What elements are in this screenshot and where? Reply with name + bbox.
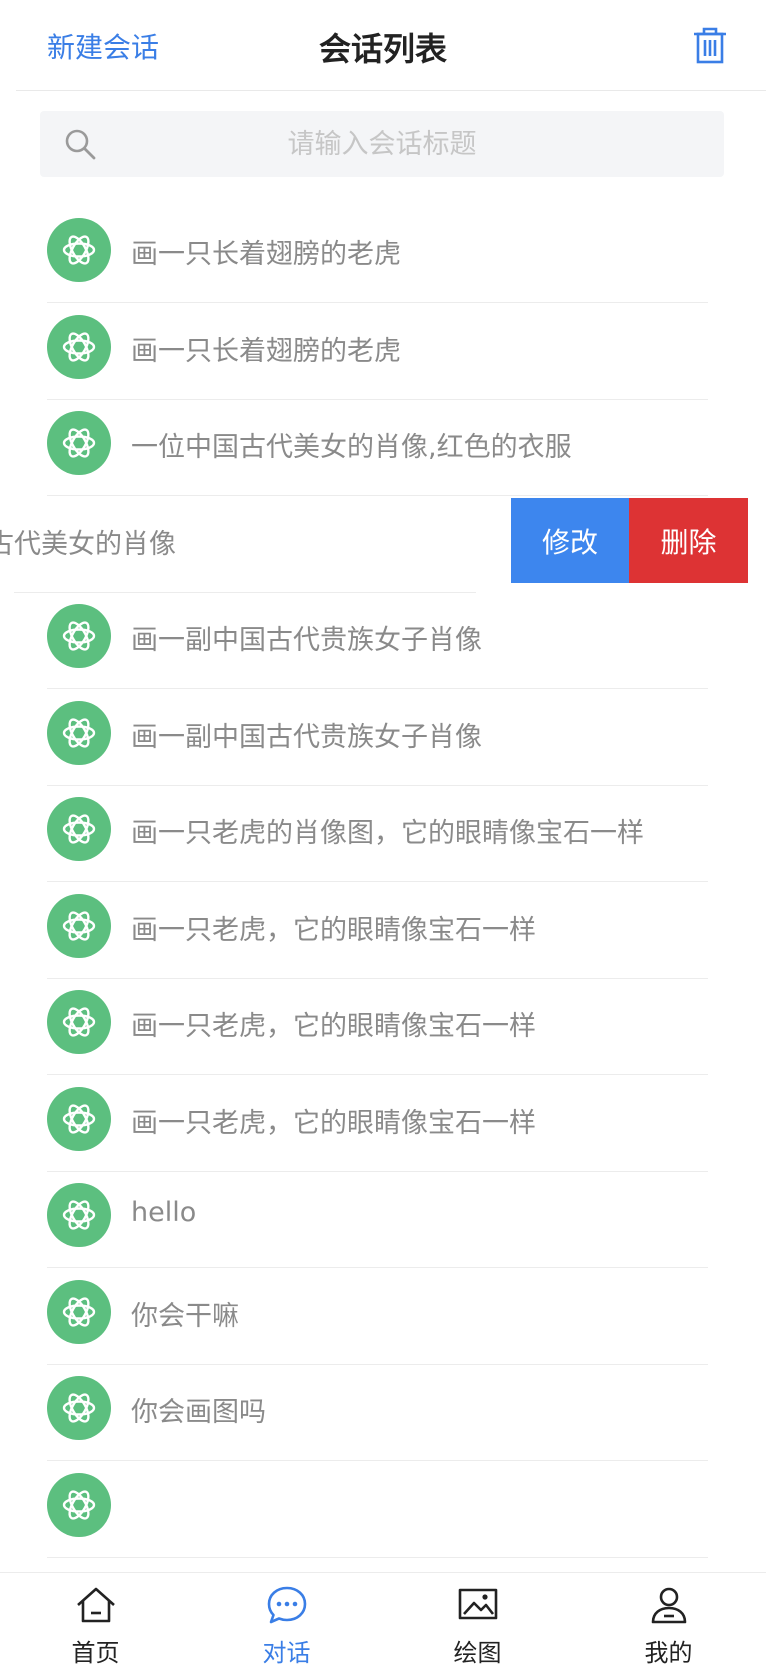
openai-logo-icon xyxy=(62,1007,96,1037)
list-item-title: 画一只老虎的肖像图，它的眼睛像宝石一样 xyxy=(131,818,644,849)
avatar xyxy=(47,990,111,1054)
avatar xyxy=(47,797,111,861)
list-item-title: hello xyxy=(131,1197,197,1228)
tab-home-label: 首页 xyxy=(71,1639,120,1667)
list-item-title: 画一只长着翅膀的老虎 xyxy=(131,239,401,270)
openai-logo-icon xyxy=(62,814,96,844)
openai-logo-icon xyxy=(62,428,96,458)
tab-chat-label: 对话 xyxy=(262,1639,311,1667)
delete-button[interactable]: 删除 xyxy=(629,498,748,583)
home-icon xyxy=(77,1587,115,1623)
avatar xyxy=(47,315,111,379)
openai-logo-icon xyxy=(62,1490,96,1520)
openai-logo-icon xyxy=(62,1104,96,1134)
list-item[interactable]: 画一只老虎，它的眼睛像宝石一样 xyxy=(0,972,766,1075)
list-item-title: 你会画图吗 xyxy=(131,1397,266,1428)
avatar xyxy=(47,1473,111,1537)
list-item-swiped[interactable]: 古代美女的肖像 修改 删除 xyxy=(0,490,766,593)
page-title: 会话列表 xyxy=(318,30,447,68)
list-item-title: 画一只长着翅膀的老虎 xyxy=(131,336,401,367)
openai-logo-icon xyxy=(62,235,96,265)
tab-bar: 首页 对话 绘图 我的 xyxy=(0,1572,766,1674)
avatar xyxy=(47,411,111,475)
list-item[interactable]: 你会画图吗 xyxy=(0,1358,766,1461)
avatar xyxy=(47,1376,111,1440)
list-item-title: 你会干嘛 xyxy=(131,1301,239,1332)
list-item-title: 画一只老虎，它的眼睛像宝石一样 xyxy=(131,915,536,946)
avatar xyxy=(47,701,111,765)
list-item[interactable]: 画一副中国古代贵族女子肖像 xyxy=(0,586,766,689)
conversation-list: 画一只长着翅膀的老虎 画一只长着翅膀的老虎一位中国古代美女的肖像,红色的衣服古代美… xyxy=(0,200,766,1572)
avatar xyxy=(47,1280,111,1344)
user-icon xyxy=(651,1587,687,1624)
image-icon xyxy=(458,1588,498,1620)
trash-icon[interactable] xyxy=(692,26,728,64)
openai-logo-icon xyxy=(62,911,96,941)
edit-button[interactable]: 修改 xyxy=(511,498,629,583)
avatar xyxy=(47,1183,111,1247)
tab-profile-label: 我的 xyxy=(644,1639,693,1667)
row-divider xyxy=(47,1557,708,1558)
openai-logo-icon xyxy=(62,621,96,651)
search-input[interactable] xyxy=(110,111,654,177)
list-item[interactable]: 画一只老虎，它的眼睛像宝石一样 xyxy=(0,876,766,979)
list-item-title: 画一只老虎，它的眼睛像宝石一样 xyxy=(131,1011,536,1042)
list-item[interactable]: 画一只长着翅膀的老虎 xyxy=(0,200,766,303)
list-item-title: 画一只老虎，它的眼睛像宝石一样 xyxy=(131,1108,536,1139)
list-item[interactable] xyxy=(0,1455,766,1558)
list-item[interactable]: hello xyxy=(0,1165,766,1268)
tab-chat[interactable]: 对话 xyxy=(191,1573,382,1674)
list-item-title: 画一副中国古代贵族女子肖像 xyxy=(131,625,482,656)
list-item-title: 古代美女的肖像 xyxy=(0,529,176,560)
tab-profile[interactable]: 我的 xyxy=(573,1573,764,1674)
avatar xyxy=(47,894,111,958)
list-item-title: 一位中国古代美女的肖像,红色的衣服 xyxy=(131,432,572,463)
tab-home[interactable]: 首页 xyxy=(0,1573,191,1674)
openai-logo-icon xyxy=(62,718,96,748)
list-item[interactable]: 画一只长着翅膀的老虎 xyxy=(0,297,766,400)
avatar xyxy=(47,1087,111,1151)
chat-bubble-icon xyxy=(267,1586,307,1624)
openai-logo-icon xyxy=(62,332,96,362)
list-item[interactable]: 画一副中国古代贵族女子肖像 xyxy=(0,683,766,786)
list-item[interactable]: 画一只老虎的肖像图，它的眼睛像宝石一样 xyxy=(0,779,766,882)
openai-logo-icon xyxy=(62,1393,96,1423)
avatar xyxy=(47,218,111,282)
search-bar xyxy=(40,111,724,177)
tab-draw-label: 绘图 xyxy=(453,1639,502,1667)
list-item[interactable]: 你会干嘛 xyxy=(0,1262,766,1365)
search-icon xyxy=(65,129,96,160)
header-bar: 新建会话 会话列表 xyxy=(0,0,766,92)
openai-logo-icon xyxy=(62,1297,96,1327)
header-divider xyxy=(16,90,766,91)
list-item[interactable]: 画一只老虎，它的眼睛像宝石一样 xyxy=(0,1069,766,1172)
openai-logo-icon xyxy=(62,1200,96,1230)
tab-draw[interactable]: 绘图 xyxy=(382,1573,573,1674)
avatar xyxy=(47,604,111,668)
list-item-title: 画一副中国古代贵族女子肖像 xyxy=(131,722,482,753)
list-item[interactable]: 一位中国古代美女的肖像,红色的衣服 xyxy=(0,393,766,496)
